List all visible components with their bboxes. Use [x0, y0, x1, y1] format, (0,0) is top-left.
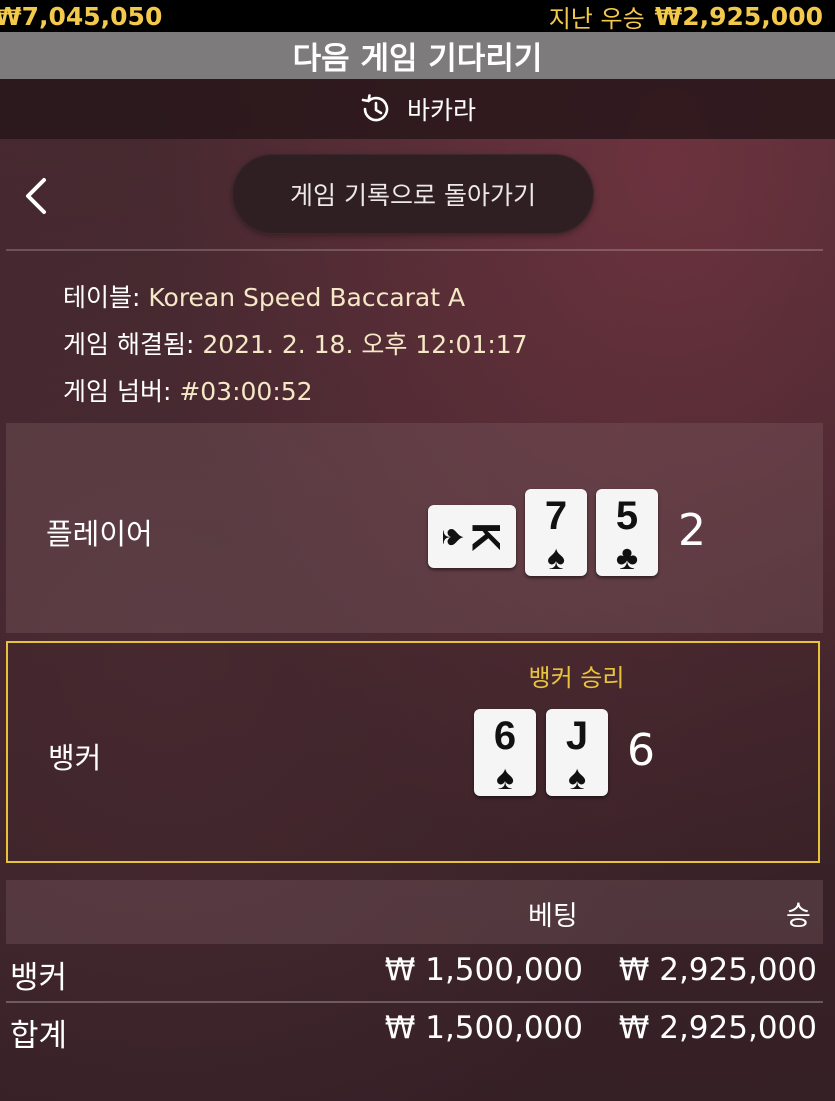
- player-score: 2: [678, 505, 706, 556]
- card-rank: 5: [615, 494, 639, 538]
- player-panel: 플레이어 ♠ K 7 ♠ 5 ♣ 2: [6, 423, 823, 633]
- total-row-amount: ₩ 1,500,000: [384, 1010, 583, 1046]
- game-number-label: 게임 넘버:: [63, 377, 180, 406]
- bet-row-name: 뱅커: [10, 960, 68, 996]
- banker-win-label: 뱅커 승리: [528, 664, 625, 692]
- win-column-header: 승: [786, 901, 811, 932]
- player-card-3: 5 ♣: [596, 489, 658, 576]
- divider: [6, 249, 823, 251]
- player-card-1: ♠ K: [428, 505, 516, 568]
- table-info: 테이블: Korean Speed Baccarat A: [63, 278, 465, 314]
- banker-panel: 뱅커 승리 뱅커 6 ♠ J ♠ 6: [6, 641, 820, 863]
- game-header: 바카라: [0, 79, 835, 139]
- back-row: 게임 기록으로 돌아가기: [0, 150, 835, 240]
- last-win-amount: ₩2,925,000: [654, 1, 823, 31]
- card-rank: 7: [544, 494, 568, 538]
- game-number-value: #03:00:52: [179, 377, 313, 406]
- bet-column-header: 베팅: [528, 901, 578, 932]
- resolved-value: 2021. 2. 18. 오후 12:01:17: [202, 330, 528, 359]
- banker-score: 6: [627, 725, 655, 776]
- top-bar: ₩7,045,050 지난 우승 ₩2,925,000: [0, 0, 835, 34]
- banker-card-1: 6 ♠: [474, 709, 536, 796]
- history-icon[interactable]: [359, 92, 393, 126]
- banker-card-2: J ♠: [546, 709, 608, 796]
- divider: [6, 1001, 823, 1003]
- card-suit: ♠: [495, 759, 515, 797]
- last-win-label: 지난 우승: [548, 4, 645, 33]
- balance: ₩7,045,050: [0, 1, 163, 31]
- last-win: 지난 우승 ₩2,925,000: [549, 0, 823, 34]
- total-row: 합계 ₩ 1,500,000 ₩ 2,925,000: [6, 1004, 823, 1060]
- table-value: Korean Speed Baccarat A: [148, 283, 466, 312]
- total-row-name: 합계: [10, 1018, 68, 1054]
- total-row-win: ₩ 2,925,000: [618, 1010, 817, 1046]
- bet-row-amount: ₩ 1,500,000: [384, 952, 583, 988]
- card-suit: ♠: [546, 539, 566, 577]
- card-rank: J: [565, 714, 589, 758]
- card-rank: K: [463, 522, 508, 551]
- table-label: 테이블:: [63, 283, 149, 312]
- bet-row-win: ₩ 2,925,000: [618, 952, 817, 988]
- card-suit: ♠: [567, 759, 587, 797]
- chevron-left-icon[interactable]: [20, 174, 52, 218]
- bets-header: 베팅 승: [6, 880, 823, 944]
- resolved-info: 게임 해결됨: 2021. 2. 18. 오후 12:01:17: [63, 325, 528, 361]
- player-label: 플레이어: [46, 517, 153, 551]
- card-rank: 6: [493, 714, 517, 758]
- banker-label: 뱅커: [48, 741, 102, 775]
- bet-row: 뱅커 ₩ 1,500,000 ₩ 2,925,000: [6, 946, 823, 1002]
- game-number-info: 게임 넘버: #03:00:52: [63, 372, 313, 408]
- player-card-2: 7 ♠: [525, 489, 587, 576]
- resolved-label: 게임 해결됨:: [63, 330, 203, 359]
- card-suit: ♣: [615, 539, 639, 577]
- game-title: 바카라: [406, 96, 476, 125]
- game-status: 다음 게임 기다리기: [0, 32, 835, 79]
- back-to-history-button[interactable]: 게임 기록으로 돌아가기: [232, 154, 594, 234]
